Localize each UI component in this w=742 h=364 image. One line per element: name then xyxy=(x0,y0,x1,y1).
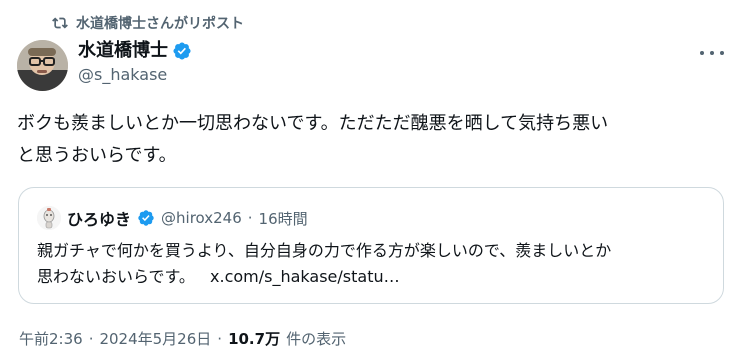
tweet-meta: 午前2:36 · 2024年5月26日 · 10.7万 件の表示 xyxy=(19,328,346,349)
quote-line-1: 親ガチャで何かを買うより、自分自身の力で作る方が楽しいので、羨ましいとか xyxy=(37,241,612,260)
author-name[interactable]: 水道橋博士 xyxy=(78,39,168,63)
post-time[interactable]: 午前2:36 xyxy=(19,328,83,349)
meta-separator: · xyxy=(217,330,223,348)
quote-line-2: 思わないおいらです。 x.com/s_hakase/statu… xyxy=(37,264,727,290)
tweet-line-2: と思うおいらです。 xyxy=(17,145,177,166)
avatar[interactable] xyxy=(17,40,68,91)
quote-timestamp: 16時間 xyxy=(258,209,308,228)
author-handle[interactable]: @s_hakase xyxy=(78,65,192,84)
view-count-label: 件の表示 xyxy=(286,330,347,348)
quote-tweet-card[interactable]: ひろゆき @hirox246 · 16時間 親ガチャで何かを買うより、自分自身の… xyxy=(18,187,724,304)
view-count: 10.7万 xyxy=(228,330,281,348)
verified-badge-icon[interactable] xyxy=(172,41,192,61)
quote-line-2-text: 思わないおいらです。 xyxy=(37,267,195,286)
quote-author-handle: @hirox246 xyxy=(161,209,242,227)
quote-separator: · xyxy=(247,209,253,227)
quote-avatar xyxy=(37,206,61,230)
post-date[interactable]: 2024年5月26日 xyxy=(99,328,211,349)
tweet-text: ボクも羨ましいとか一切思わないです。ただただ醜悪を晒して気持ち悪い と思うおいら… xyxy=(17,108,729,172)
repost-label: 水道橋博士さんがリポスト xyxy=(76,16,244,32)
meta-separator: · xyxy=(88,330,94,348)
quote-text: 親ガチャで何かを買うより、自分自身の力で作る方が楽しいので、羨ましいとか 思わな… xyxy=(37,238,727,290)
tweet-line-1: ボクも羨ましいとか一切思わないです。ただただ醜悪を晒して気持ち悪い xyxy=(17,113,609,134)
more-options-icon[interactable] xyxy=(700,48,724,58)
repost-indicator[interactable]: 水道橋博士さんがリポスト xyxy=(52,13,244,33)
author-block: 水道橋博士 @s_hakase xyxy=(78,39,192,84)
repost-icon xyxy=(52,17,68,29)
quote-link[interactable]: x.com/s_hakase/statu… xyxy=(210,267,400,286)
quote-header: ひろゆき @hirox246 · 16時間 xyxy=(37,206,308,230)
quote-author-name: ひろゆき xyxy=(67,210,132,229)
quote-verified-badge-icon xyxy=(138,210,154,226)
